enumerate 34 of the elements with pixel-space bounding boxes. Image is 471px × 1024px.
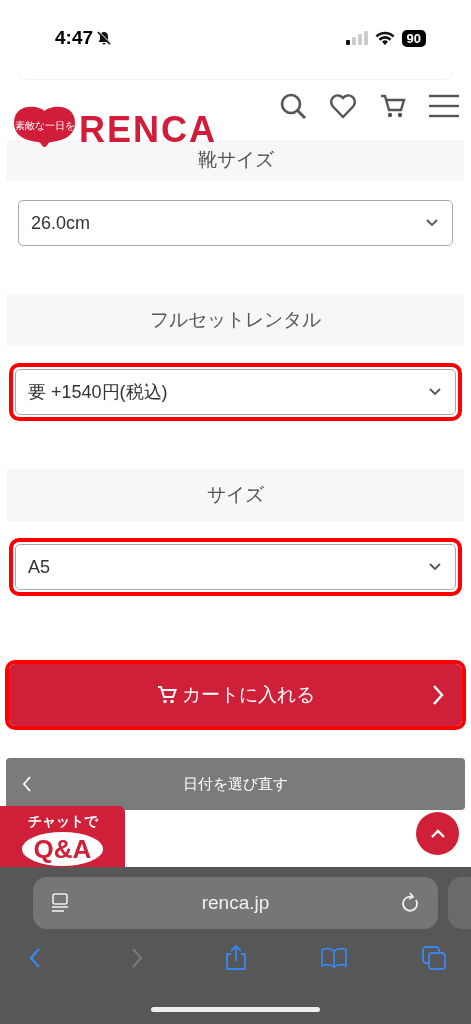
select-field[interactable]: 26.0cm: [18, 200, 453, 246]
reselect-date-button[interactable]: 日付を選び直す: [6, 758, 465, 810]
cart-icon[interactable]: [379, 92, 407, 120]
search-icon[interactable]: [279, 92, 307, 120]
logo-tagline: 素敵な一日を: [14, 121, 75, 131]
menu-icon[interactable]: [429, 92, 459, 120]
heart-icon[interactable]: [329, 92, 357, 120]
status-time: 4:47: [55, 25, 94, 50]
reload-icon[interactable]: [401, 892, 421, 914]
add-to-cart-button[interactable]: カートに入れる: [9, 664, 462, 726]
chevron-down-icon: [429, 563, 441, 571]
chat-badge[interactable]: チャットで Q&A: [0, 806, 125, 868]
scroll-top-button[interactable]: [416, 812, 459, 855]
option-label: サイズ: [7, 469, 464, 521]
chevron-right-icon: [432, 684, 444, 706]
select-field[interactable]: 要 +1540円(税込): [15, 369, 456, 415]
battery-level: 90: [401, 29, 426, 47]
back-icon[interactable]: [28, 947, 42, 969]
chevron-down-icon: [426, 219, 438, 227]
chevron-left-icon: [22, 776, 32, 792]
share-icon[interactable]: [224, 945, 248, 971]
address-bar[interactable]: renca.jp: [33, 877, 438, 929]
book-icon[interactable]: [320, 946, 348, 970]
signal-icon: [345, 31, 368, 45]
chevron-down-icon: [429, 388, 441, 396]
tabs-icon[interactable]: [422, 946, 446, 970]
select-field[interactable]: A5: [15, 544, 456, 590]
chat-label: チャットで: [27, 812, 98, 830]
chevron-up-icon: [430, 829, 445, 838]
wifi-icon: [374, 30, 395, 46]
option-label: フルセットレンタル: [7, 294, 464, 346]
page-menu-icon: [50, 893, 70, 913]
qa-label: Q&A: [21, 832, 104, 866]
cart-icon: [156, 685, 179, 705]
